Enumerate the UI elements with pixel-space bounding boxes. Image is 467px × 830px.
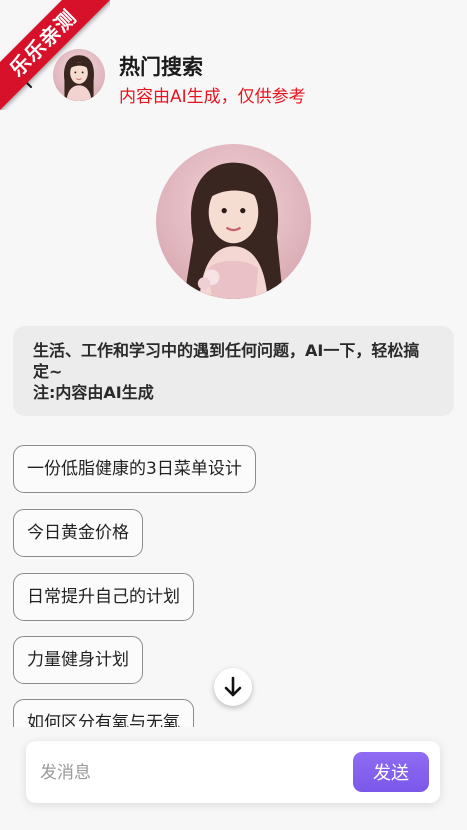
scroll-down-button[interactable]: [214, 668, 252, 706]
hero-avatar: [156, 144, 311, 299]
page-title: 热门搜索: [119, 55, 203, 79]
suggestion-chip[interactable]: 日常提升自己的计划: [13, 573, 194, 621]
intro-text: 生活、工作和学习中的遇到任何问题，AI一下，轻松搞定~: [33, 341, 420, 381]
suggestion-chip[interactable]: 一份低脂健康的3日菜单设计: [13, 445, 256, 493]
corner-ribbon: 乐乐亲测: [0, 0, 110, 110]
suggestion-chip[interactable]: 力量健身计划: [13, 636, 143, 684]
arrow-down-icon: [224, 676, 242, 697]
suggestion-chip[interactable]: 如何区分有氧与无氧: [13, 699, 194, 727]
message-input[interactable]: [38, 755, 342, 791]
intro-note: 注:内容由AI生成: [33, 383, 154, 402]
portrait-image: [156, 144, 311, 299]
suggestion-chip[interactable]: 今日黄金价格: [13, 509, 143, 557]
ribbon-text: 乐乐亲测: [0, 0, 110, 110]
message-composer: 发送: [26, 741, 440, 803]
page-subtitle: 内容由AI生成，仅供参考: [119, 87, 306, 107]
intro-card: 生活、工作和学习中的遇到任何问题，AI一下，轻松搞定~ 注:内容由AI生成: [13, 326, 454, 416]
send-button[interactable]: 发送: [353, 752, 429, 792]
